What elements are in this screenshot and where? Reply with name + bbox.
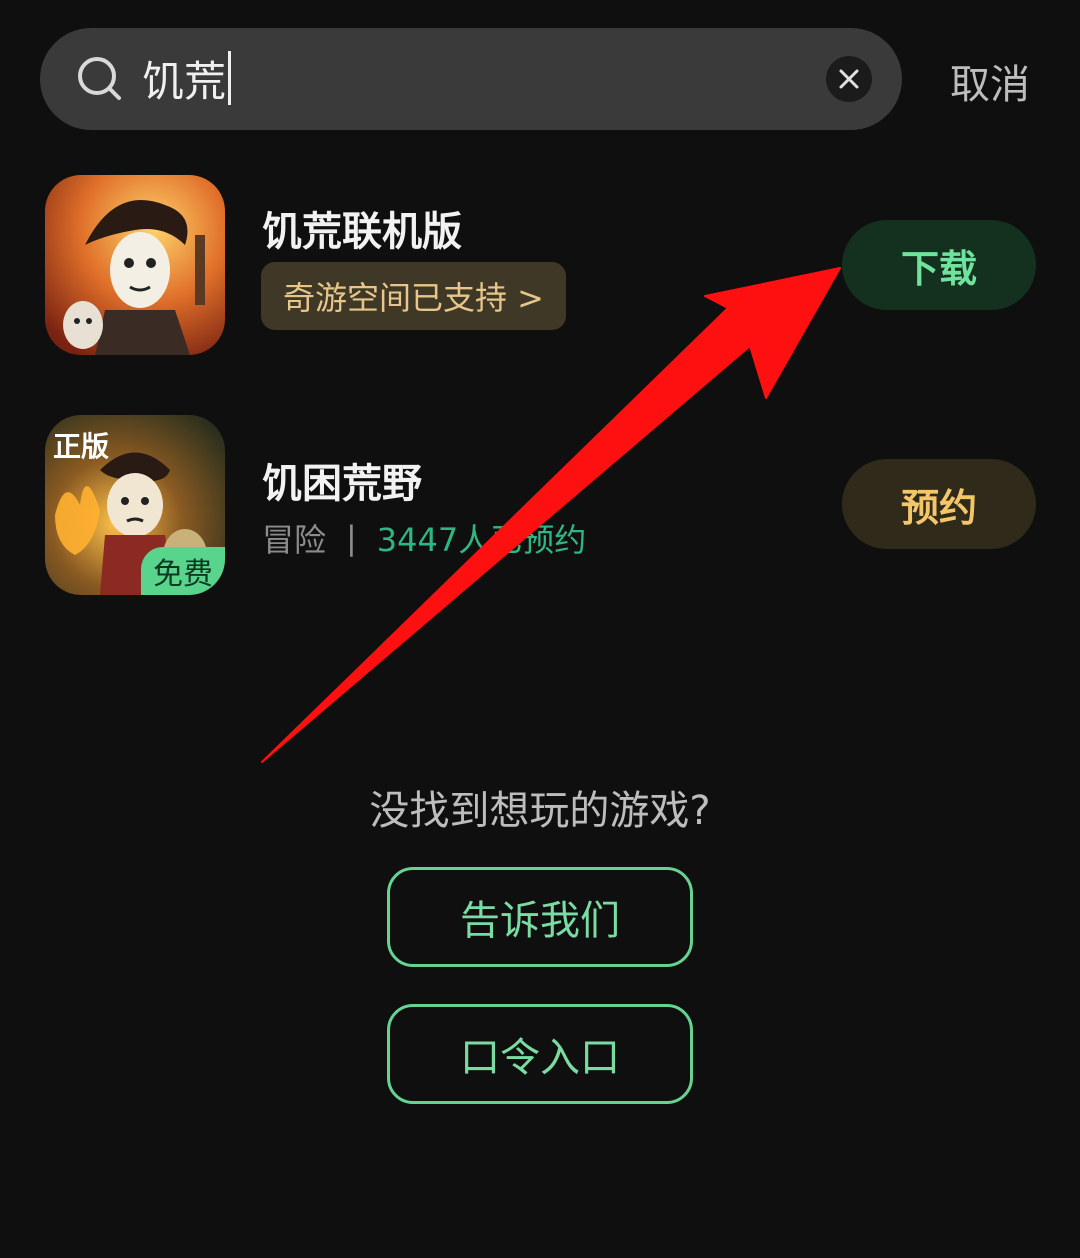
game-meta: 冒险 | 3447人已预约 — [262, 515, 586, 561]
support-tag-link[interactable]: 奇游空间已支持 > — [261, 262, 566, 330]
cancel-button[interactable]: 取消 — [950, 52, 1030, 110]
official-badge: 正版 — [53, 430, 110, 463]
search-icon — [78, 57, 121, 100]
text-caret — [228, 51, 232, 105]
reserve-button[interactable]: 预约 — [842, 459, 1036, 549]
download-button[interactable]: 下载 — [842, 220, 1036, 310]
code-entry-button[interactable]: 口令入口 — [387, 1004, 693, 1104]
tell-us-button[interactable]: 告诉我们 — [387, 867, 693, 967]
game-title: 饥困荒野 — [262, 461, 422, 507]
search-query: 饥荒 — [142, 56, 227, 106]
game-genre: 冒险 — [262, 521, 327, 559]
game-icon-hunger-wilderness[interactable]: 正版 免费 — [45, 415, 225, 595]
clear-search-button[interactable] — [826, 56, 872, 102]
game-icon-dont-starve-together[interactable] — [45, 175, 225, 355]
meta-separator: | — [346, 519, 357, 557]
game-title: 饥荒联机版 — [262, 209, 462, 255]
not-found-prompt: 没找到想玩的游戏? — [369, 788, 711, 834]
search-input[interactable]: 饥荒 — [142, 50, 232, 106]
close-icon — [839, 69, 859, 89]
reservation-count: 3447人已预约 — [376, 521, 587, 559]
free-badge: 免费 — [141, 547, 225, 595]
